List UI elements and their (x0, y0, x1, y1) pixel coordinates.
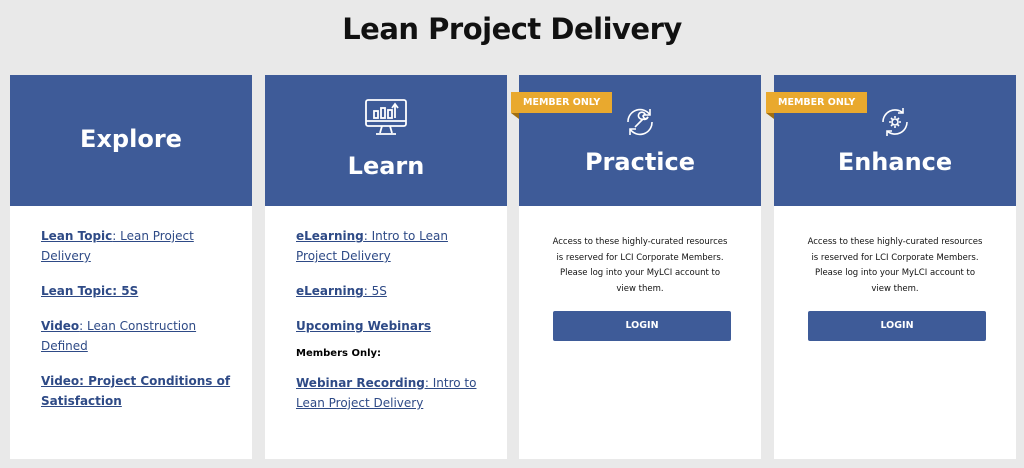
practice-notice: Access to these highly-curated resources… (552, 237, 728, 294)
explore-link-lean-topic-5s[interactable]: Lean Topic: 5S (41, 281, 231, 301)
practice-card: MEMBER ONLY Practice Access to these hig… (511, 75, 761, 459)
enhance-login-button[interactable]: LOGIN (808, 311, 986, 341)
monitor-chart-icon (265, 97, 507, 137)
learn-card-header: Learn (265, 75, 507, 206)
learn-card: Learn eLearning: Intro to Lean Project D… (265, 75, 507, 459)
practice-login-button[interactable]: LOGIN (553, 311, 731, 341)
explore-link-lean-topic-lpd[interactable]: Lean Topic: Lean Project Delivery (41, 226, 231, 266)
explore-link-video-lcd[interactable]: Video: Lean Construction Defined (41, 316, 231, 356)
enhance-title: Enhance (837, 148, 953, 176)
enhance-notice: Access to these highly-curated resources… (807, 237, 983, 294)
page-title: Lean Project Delivery (342, 12, 682, 46)
learn-link-elearning-lpd[interactable]: eLearning: Intro to Lean Project Deliver… (296, 226, 486, 266)
member-only-badge: MEMBER ONLY (766, 92, 868, 113)
members-only-label: Members Only: (296, 348, 382, 359)
explore-card: Explore Lean Topic: Lean Project Deliver… (10, 75, 252, 459)
explore-link-video-pcos[interactable]: Video: Project Conditions of Satisfactio… (41, 371, 231, 411)
learn-link-upcoming-webinars[interactable]: Upcoming Webinars (296, 316, 486, 336)
member-only-badge: MEMBER ONLY (511, 92, 613, 113)
learn-link-elearning-5s[interactable]: eLearning: 5S (296, 281, 486, 301)
badge-fold (511, 113, 519, 119)
practice-title: Practice (584, 148, 696, 176)
learn-links: eLearning: Intro to Lean Project Deliver… (296, 226, 486, 428)
enhance-card: MEMBER ONLY Enhance Access to these high… (766, 75, 1016, 459)
learn-title: Learn (347, 152, 425, 180)
explore-links: Lean Topic: Lean Project Delivery Lean T… (41, 226, 231, 426)
explore-title: Explore (80, 125, 182, 153)
learn-link-webinar-recording[interactable]: Webinar Recording: Intro to Lean Project… (296, 373, 486, 413)
explore-card-header: Explore (10, 75, 252, 206)
badge-fold (766, 113, 774, 119)
